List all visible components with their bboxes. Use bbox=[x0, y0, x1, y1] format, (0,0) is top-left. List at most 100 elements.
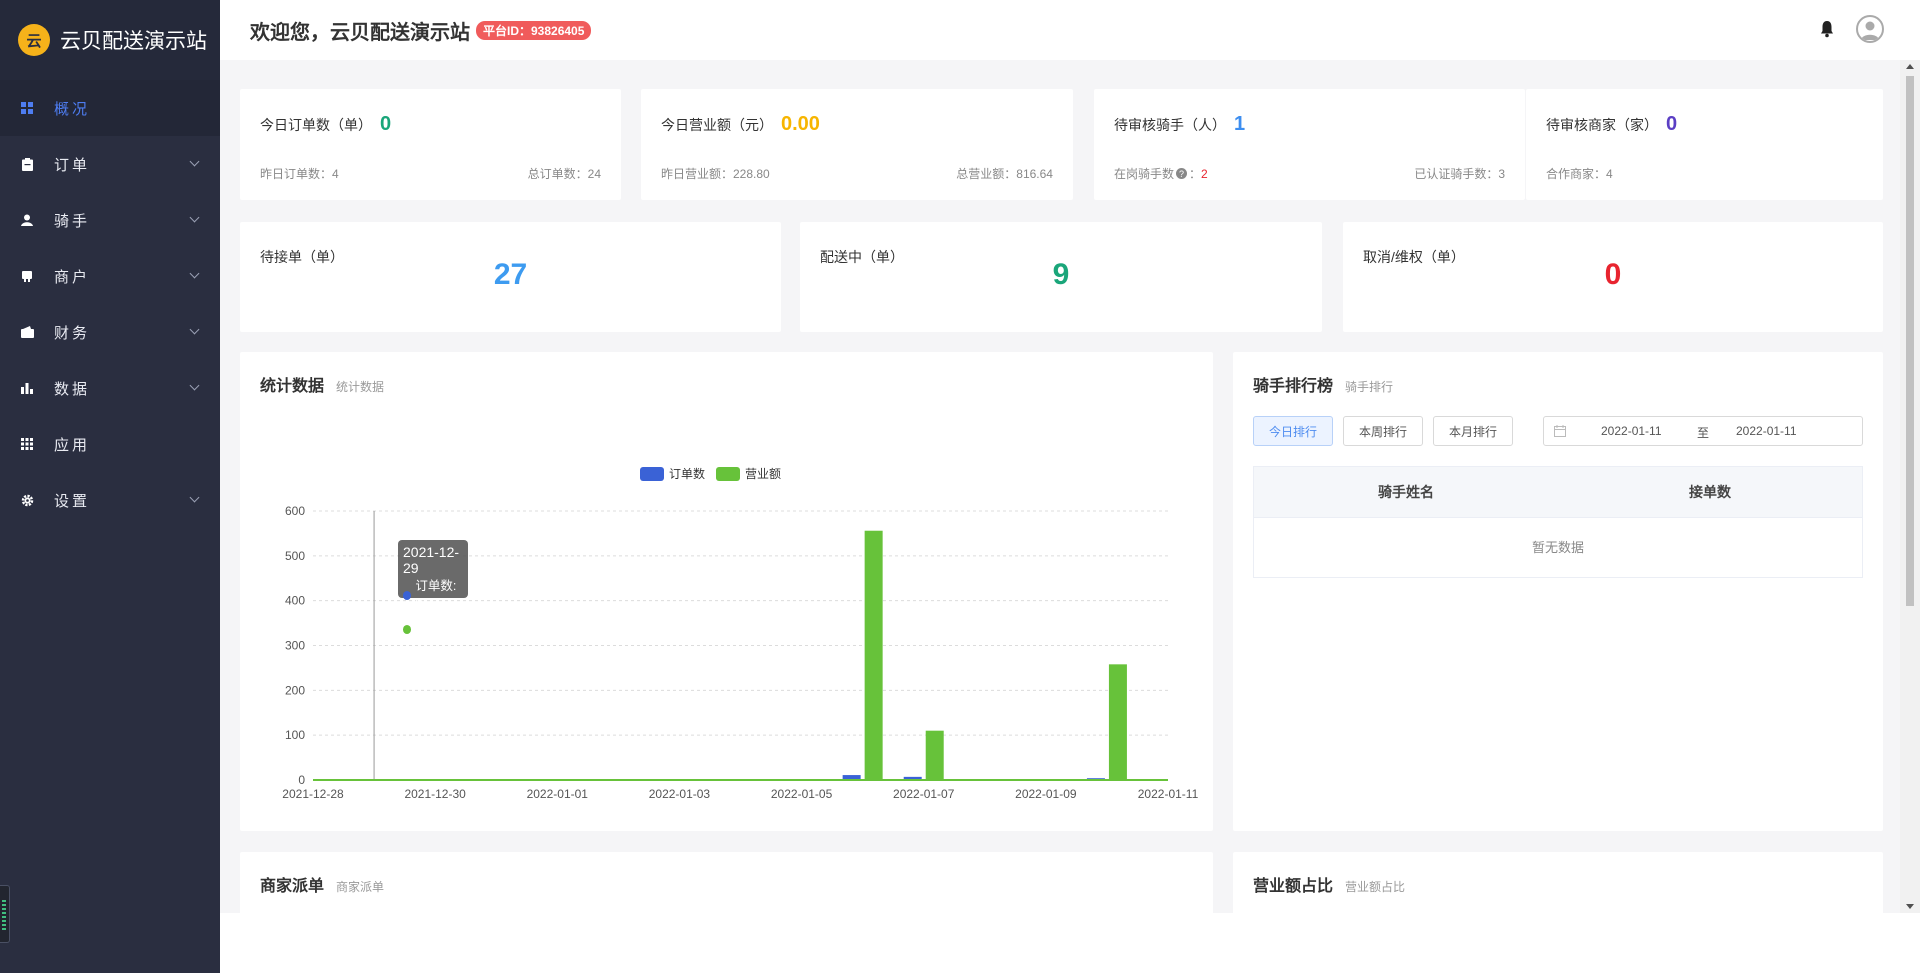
pending-merchants-card: 待审核商家（家） 0 合作商家：4 bbox=[1526, 89, 1883, 200]
today-revenue-title-row: 今日营业额（元） 0.00 bbox=[661, 113, 820, 136]
sidebar-item-4[interactable]: 财务 bbox=[0, 304, 220, 360]
today-revenue-value: 0.00 bbox=[781, 113, 820, 135]
sidebar-item-1[interactable]: 订单 bbox=[0, 136, 220, 192]
certified-riders: 已认证骑手数：3 bbox=[1414, 167, 1505, 181]
revenue-share-panel: 营业额占比 营业额占比 bbox=[1233, 852, 1883, 913]
month-ranking-button[interactable]: 本月排行 bbox=[1433, 416, 1513, 446]
clipboard-icon bbox=[20, 157, 34, 171]
tooltip-revenue-row: 营业额: 0 bbox=[403, 612, 463, 646]
date-start[interactable]: 2022-01-11 bbox=[1601, 424, 1662, 438]
delivering-orders-value: 9 bbox=[1052, 258, 1070, 291]
date-end[interactable]: 2022-01-11 bbox=[1736, 424, 1797, 438]
platform-id-badge: 平台ID：93826405 bbox=[476, 20, 592, 40]
merchant-dispatch-panel: 商家派单 商家派单 bbox=[240, 852, 1213, 913]
pending-riders-label: 待审核骑手（人） bbox=[1114, 117, 1226, 133]
scroll-down-arrow[interactable] bbox=[1906, 904, 1914, 909]
waiting-orders-card[interactable]: 待接单（单） 27 bbox=[240, 222, 781, 332]
chevron-down-icon bbox=[189, 492, 200, 503]
chevron-down-icon bbox=[189, 380, 200, 391]
yesterday-revenue: 昨日营业额：228.80 bbox=[661, 167, 770, 181]
bar-revenue bbox=[925, 730, 944, 780]
scrollbar[interactable] bbox=[1900, 60, 1920, 913]
wallet-icon bbox=[20, 325, 34, 339]
brand-name: 云贝配送演示站 bbox=[60, 30, 207, 53]
week-ranking-button[interactable]: 本周排行 bbox=[1343, 416, 1423, 446]
pending-merchants-label: 待审核商家（家） bbox=[1546, 117, 1658, 133]
x-tick-label: 2022-01-11 bbox=[1138, 787, 1199, 801]
legend-swatch bbox=[640, 467, 664, 481]
help-icon[interactable]: ? bbox=[1176, 168, 1188, 179]
pending-riders-card: 待审核骑手（人） 1 在岗骑手数 ? ： 2 已认证骑手数：3 bbox=[1094, 89, 1525, 200]
sidebar: 云 云贝配送演示站 概况 订单 骑手 商户财务数据应用设置 bbox=[0, 0, 220, 973]
bar-chart-icon bbox=[20, 381, 34, 395]
bell-icon[interactable] bbox=[1819, 20, 1835, 38]
sidebar-item-label: 财务 bbox=[54, 324, 91, 342]
tooltip-revenue-dot bbox=[403, 624, 412, 634]
x-tick-label: 2022-01-01 bbox=[527, 787, 589, 801]
partner-merchants: 合作商家：4 bbox=[1546, 167, 1613, 181]
pending-merchants-value: 0 bbox=[1666, 113, 1678, 135]
pending-riders-title-row: 待审核骑手（人） 1 bbox=[1114, 113, 1245, 136]
side-widget[interactable] bbox=[0, 885, 10, 943]
cancelled-orders-value: 0 bbox=[1604, 258, 1622, 291]
y-tick-label: 300 bbox=[285, 639, 305, 653]
x-tick-label: 2022-01-07 bbox=[893, 787, 955, 801]
sidebar-item-6[interactable]: 应用 bbox=[0, 416, 220, 472]
revenue-share-title: 营业额占比 营业额占比 bbox=[1253, 872, 1405, 896]
statistics-panel-title: 统计数据 统计数据 bbox=[260, 372, 384, 396]
cancelled-orders-card[interactable]: 取消/维权（单） 0 bbox=[1343, 222, 1883, 332]
ranking-title: 骑手排行榜 bbox=[1253, 378, 1334, 395]
y-tick-label: 400 bbox=[285, 594, 305, 608]
today-revenue-card: 今日营业额（元） 0.00 昨日营业额：228.80 总营业额：816.64 bbox=[641, 89, 1073, 200]
sidebar-item-7[interactable]: 设置 bbox=[0, 472, 220, 528]
sidebar-item-0[interactable]: 概况 bbox=[0, 80, 220, 136]
total-orders: 总订单数：24 bbox=[527, 167, 601, 181]
y-tick-label: 600 bbox=[285, 504, 305, 518]
sidebar-item-3[interactable]: 商户 bbox=[0, 248, 220, 304]
header: 欢迎您，云贝配送演示站 平台ID：93826405 bbox=[220, 0, 1920, 60]
brand[interactable]: 云 云贝配送演示站 bbox=[0, 0, 220, 80]
today-orders-value: 0 bbox=[380, 113, 392, 135]
chevron-down-icon bbox=[189, 324, 200, 335]
delivering-orders-card[interactable]: 配送中（单） 9 bbox=[800, 222, 1322, 332]
revenue-share-subtitle: 营业额占比 bbox=[1345, 880, 1406, 894]
statistics-subtitle: 统计数据 bbox=[336, 380, 385, 394]
avatar[interactable] bbox=[1856, 15, 1884, 43]
legend-swatch bbox=[716, 467, 740, 481]
yesterday-orders: 昨日订单数：4 bbox=[260, 167, 339, 181]
footer-space bbox=[220, 913, 1920, 973]
legend-label: 订单数 bbox=[669, 466, 705, 481]
today-ranking-button[interactable]: 今日排行 bbox=[1253, 416, 1333, 446]
sidebar-item-label: 数据 bbox=[54, 380, 91, 398]
x-tick-label: 2022-01-03 bbox=[649, 787, 711, 801]
main-content: 今日订单数（单） 0 昨日订单数：4 总订单数：24 今日营业额（元） 0.00… bbox=[220, 60, 1900, 913]
tooltip-orders-row: 订单数: 0 bbox=[403, 578, 463, 612]
on-duty-riders: 在岗骑手数 ? ： 2 bbox=[1114, 166, 1208, 182]
revenue-share-title-text: 营业额占比 bbox=[1253, 878, 1334, 895]
ranking-subtitle: 骑手排行 bbox=[1345, 380, 1394, 394]
bar-revenue bbox=[864, 530, 883, 780]
sidebar-item-label: 应用 bbox=[54, 436, 91, 454]
tooltip-revenue: 营业额: 0 bbox=[415, 613, 457, 644]
on-duty-riders-value: 2 bbox=[1201, 166, 1208, 181]
sidebar-item-2[interactable]: 骑手 bbox=[0, 192, 220, 248]
sidebar-item-5[interactable]: 数据 bbox=[0, 360, 220, 416]
column-rider-name[interactable]: 骑手姓名 bbox=[1254, 467, 1558, 517]
sidebar-item-label: 设置 bbox=[54, 492, 91, 510]
scroll-thumb[interactable] bbox=[1906, 76, 1914, 606]
waiting-orders-value: 27 bbox=[493, 258, 528, 291]
gear-icon bbox=[20, 493, 34, 507]
merchant-subtitle: 商家派单 bbox=[336, 880, 385, 894]
y-tick-label: 0 bbox=[298, 773, 305, 787]
x-tick-label: 2022-01-09 bbox=[1015, 787, 1077, 801]
date-range-picker[interactable]: 2022-01-11 至 2022-01-11 bbox=[1543, 416, 1863, 446]
dashboard-icon bbox=[20, 101, 34, 115]
scroll-up-arrow[interactable] bbox=[1906, 64, 1914, 69]
brand-logo: 云 bbox=[18, 24, 50, 56]
statistics-chart: 0 100 200 300 400 500 600 2021-12-28 2021-12-30 2… bbox=[282, 466, 1199, 801]
x-tick-label: 2021-12-28 bbox=[282, 787, 344, 801]
merchant-title: 商家派单 bbox=[260, 878, 325, 895]
tooltip-orders-dot bbox=[403, 590, 412, 600]
column-order-count[interactable]: 接单数 bbox=[1558, 467, 1862, 517]
total-revenue: 总营业额：816.64 bbox=[956, 167, 1053, 181]
